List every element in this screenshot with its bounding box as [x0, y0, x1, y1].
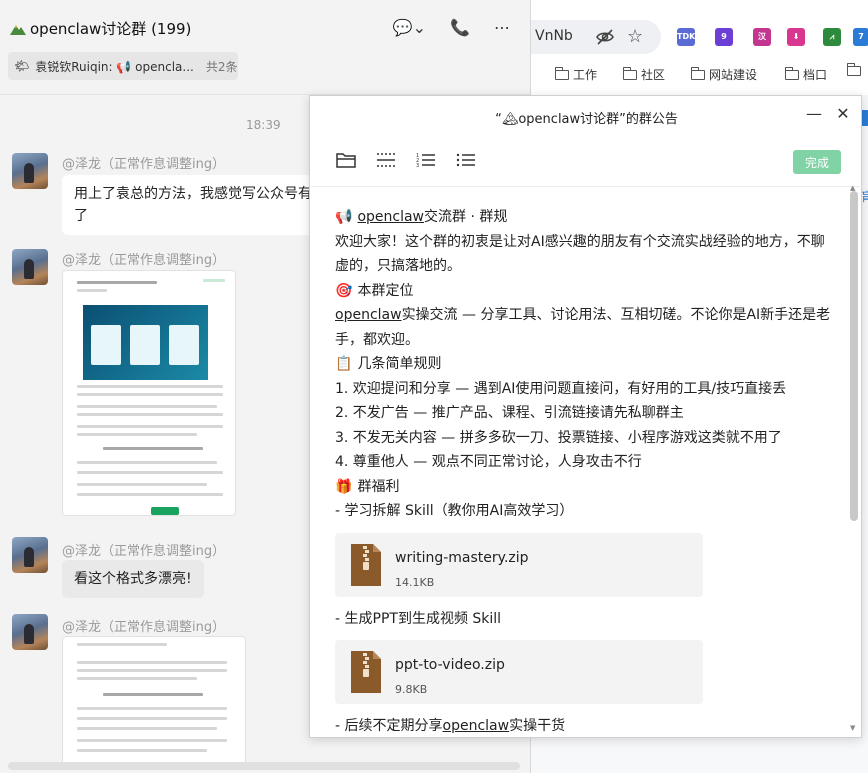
- rule-item: 1. 欢迎提问和分享 — 遇到AI使用问题直接问，有好用的工具/技巧直接丢: [335, 380, 787, 397]
- more-options-icon[interactable]: ⋯: [494, 18, 510, 37]
- extension-icon-badge[interactable]: 9: [715, 28, 733, 46]
- folder-icon: [690, 66, 705, 80]
- openclaw-link[interactable]: openclaw: [443, 718, 510, 734]
- chat-header-actions: 💬⌄ 📞 ⋯: [393, 18, 510, 37]
- dialog-title: “🏔openclaw讨论群”的群公告: [495, 112, 678, 127]
- minimize-icon[interactable]: —: [806, 104, 822, 123]
- scroll-down-arrow-icon[interactable]: ▼: [850, 724, 855, 732]
- pinned-announcement-bar[interactable]: 🌤 袁锐钦Ruiqin: 📢 opencla... 共2条: [8, 52, 238, 80]
- phone-call-icon[interactable]: 📞: [450, 18, 470, 37]
- extension-icon-translate[interactable]: 汉: [753, 28, 771, 46]
- section-heading: 🎯 本群定位: [335, 279, 835, 304]
- folder-icon: [846, 63, 861, 76]
- announcement-heading: 📢 openclaw交流群 · 群规: [335, 205, 835, 230]
- file-name: writing-mastery.zip: [395, 549, 529, 566]
- bookmark-folder-stall[interactable]: 档口: [784, 66, 827, 83]
- benefit-item: - 后续不定期分享openclaw实操干货: [335, 718, 566, 734]
- benefit-item: - 生成PPT到生成视频 Skill: [335, 610, 502, 627]
- rule-item: 3. 不发无关内容 — 拼多多砍一刀、投票链接、小程序游戏这类就不用了: [335, 429, 782, 446]
- bookmark-folder-more[interactable]: [846, 63, 861, 76]
- folder-icon[interactable]: [336, 151, 356, 169]
- avatar[interactable]: [12, 614, 48, 650]
- chat-title[interactable]: openclaw讨论群 (199): [10, 18, 191, 39]
- chat-bubble-menu-icon[interactable]: 💬⌄: [393, 18, 426, 37]
- file-size: 14.1KB: [395, 575, 435, 589]
- zip-file-icon: [351, 543, 381, 586]
- message-bubble[interactable]: 用上了袁总的方法，我感觉写公众号有 了: [62, 175, 322, 235]
- megaphone-icon: 📢: [335, 209, 353, 225]
- openclaw-link[interactable]: openclaw: [357, 209, 424, 225]
- extension-icon-blue[interactable]: 7: [853, 28, 868, 46]
- extension-icon-green[interactable]: ⩘: [823, 28, 841, 46]
- toolbar-divider: [310, 186, 863, 187]
- extension-icon-tdk[interactable]: TDK: [677, 28, 695, 46]
- message-image-thumbnail[interactable]: [62, 270, 236, 516]
- message-bubble[interactable]: 看这个格式多漂亮!: [62, 560, 204, 598]
- announcement-editor[interactable]: 📢 openclaw交流群 · 群规 欢迎大家！这个群的初衷是让对AI感兴趣的朋…: [335, 205, 835, 739]
- bookmark-folder-work[interactable]: 工作: [554, 66, 597, 83]
- message-sender: @泽龙（正常作息调整ing）: [62, 157, 226, 172]
- bookmark-star-icon[interactable]: ☆: [627, 26, 643, 47]
- rule-item: 2. 不发广告 — 推广产品、课程、引流链接请先私聊群主: [335, 405, 684, 421]
- horizontal-scrollbar[interactable]: [8, 762, 520, 770]
- group-announcement-dialog: “🏔openclaw讨论群”的群公告 — ✕ 1 2 3 完成 📢 opencl…: [309, 95, 863, 739]
- avatar[interactable]: [12, 153, 48, 189]
- numbered-list-icon[interactable]: 1 2 3: [416, 151, 436, 169]
- chat-header: openclaw讨论群 (199) 💬⌄ 📞 ⋯ 🌤 袁锐钦Ruiqin: 📢 …: [0, 0, 530, 95]
- close-icon[interactable]: ✕: [836, 104, 850, 123]
- address-text: VnNb: [535, 28, 573, 44]
- message-timestamp: 18:39: [246, 118, 281, 132]
- folder-icon: [622, 66, 637, 80]
- bulleted-list-icon[interactable]: [456, 151, 476, 169]
- announcement-intro: 欢迎大家！这个群的初衷是让对AI感兴趣的朋友有个交流实战经验的地方，不聊虚的，只…: [335, 233, 825, 275]
- page-edge-text: 肓: [861, 190, 868, 204]
- bookmarks-bar: ⁞ 工作 社区 网站建设 档口: [525, 63, 868, 86]
- clipboard-icon: 📋: [335, 356, 353, 372]
- message-sender: @泽龙（正常作息调整ing）: [62, 253, 226, 268]
- pin-sun-icon: 🌤: [14, 59, 30, 73]
- group-mountain-icon: [10, 24, 26, 35]
- file-size: 9.8KB: [395, 683, 428, 696]
- thumbnail-banner: [83, 305, 208, 380]
- file-attachment-card[interactable]: writing-mastery.zip 14.1KB: [335, 532, 703, 597]
- openclaw-link[interactable]: openclaw: [335, 307, 402, 323]
- positioning-text: openclaw实操交流 — 分享工具、讨论用法、互相切磋。不论你是AI新手还是…: [335, 307, 831, 348]
- eye-off-icon[interactable]: [595, 27, 615, 47]
- vertical-scrollbar[interactable]: [850, 191, 858, 521]
- file-attachment-card[interactable]: ppt-to-video.zip 9.8KB: [335, 640, 703, 704]
- zip-file-icon: [351, 651, 381, 693]
- avatar[interactable]: [12, 537, 48, 573]
- done-button[interactable]: 完成: [793, 150, 841, 174]
- message-image-thumbnail[interactable]: [62, 636, 246, 766]
- message-sender: @泽龙（正常作息调整ing）: [62, 620, 226, 635]
- divider-lines-icon[interactable]: [376, 151, 396, 169]
- folder-icon: [554, 66, 569, 80]
- section-heading: 📋 几条简单规则: [335, 352, 835, 377]
- editor-toolbar: 1 2 3: [336, 151, 476, 169]
- message-sender: @泽龙（正常作息调整ing）: [62, 544, 226, 559]
- target-icon: 🎯: [335, 282, 353, 299]
- svg-text:3: 3: [416, 163, 419, 169]
- address-bar[interactable]: VnNb ☆: [531, 20, 661, 54]
- bookmark-folder-website[interactable]: 网站建设: [690, 66, 757, 83]
- avatar[interactable]: [12, 249, 48, 285]
- folder-icon: [784, 66, 799, 80]
- file-name: ppt-to-video.zip: [395, 657, 505, 673]
- gift-icon: 🎁: [335, 478, 353, 495]
- benefit-item: - 学习拆解 Skill（教你用AI高效学习）: [335, 503, 574, 519]
- bookmark-folder-community[interactable]: 社区: [622, 66, 665, 83]
- section-heading: 🎁 群福利: [335, 475, 835, 500]
- extension-icon-download[interactable]: ⬇: [787, 28, 805, 46]
- rule-item: 4. 尊重他人 — 观点不同正常讨论，人身攻击不行: [335, 454, 642, 470]
